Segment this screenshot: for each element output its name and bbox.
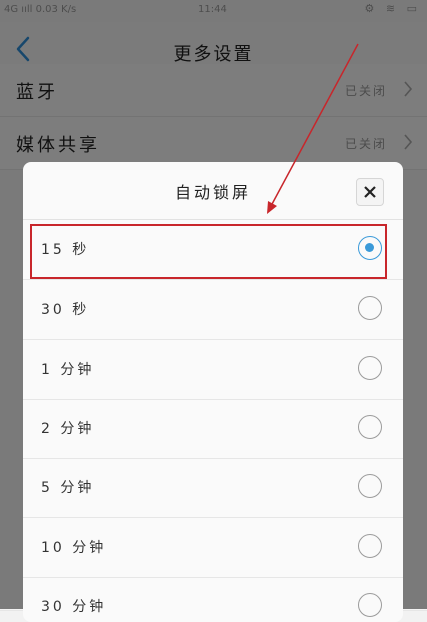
option-2-minutes[interactable]: 2 分钟 bbox=[23, 399, 403, 459]
option-30-seconds[interactable]: 30 秒 bbox=[23, 280, 403, 340]
radio-button[interactable] bbox=[358, 593, 382, 617]
option-30-minutes[interactable]: 30 分钟 bbox=[23, 577, 403, 622]
close-button[interactable] bbox=[356, 178, 384, 206]
option-5-minutes[interactable]: 5 分钟 bbox=[23, 458, 403, 518]
option-label: 10 分钟 bbox=[41, 540, 107, 556]
annotation-highlight-box bbox=[30, 224, 387, 279]
option-10-minutes[interactable]: 10 分钟 bbox=[23, 518, 403, 578]
option-label: 30 分钟 bbox=[41, 599, 107, 615]
option-1-minute[interactable]: 1 分钟 bbox=[23, 340, 403, 400]
close-icon bbox=[364, 186, 376, 198]
option-label: 30 秒 bbox=[41, 302, 90, 318]
option-label: 5 分钟 bbox=[41, 480, 95, 496]
option-label: 2 分钟 bbox=[41, 421, 95, 437]
radio-button[interactable] bbox=[358, 474, 382, 498]
dialog-title: 自动锁屏 bbox=[174, 183, 251, 202]
radio-button[interactable] bbox=[358, 356, 382, 380]
radio-button[interactable] bbox=[358, 534, 382, 558]
radio-button[interactable] bbox=[358, 296, 382, 320]
option-label: 1 分钟 bbox=[41, 362, 95, 378]
radio-button[interactable] bbox=[358, 415, 382, 439]
